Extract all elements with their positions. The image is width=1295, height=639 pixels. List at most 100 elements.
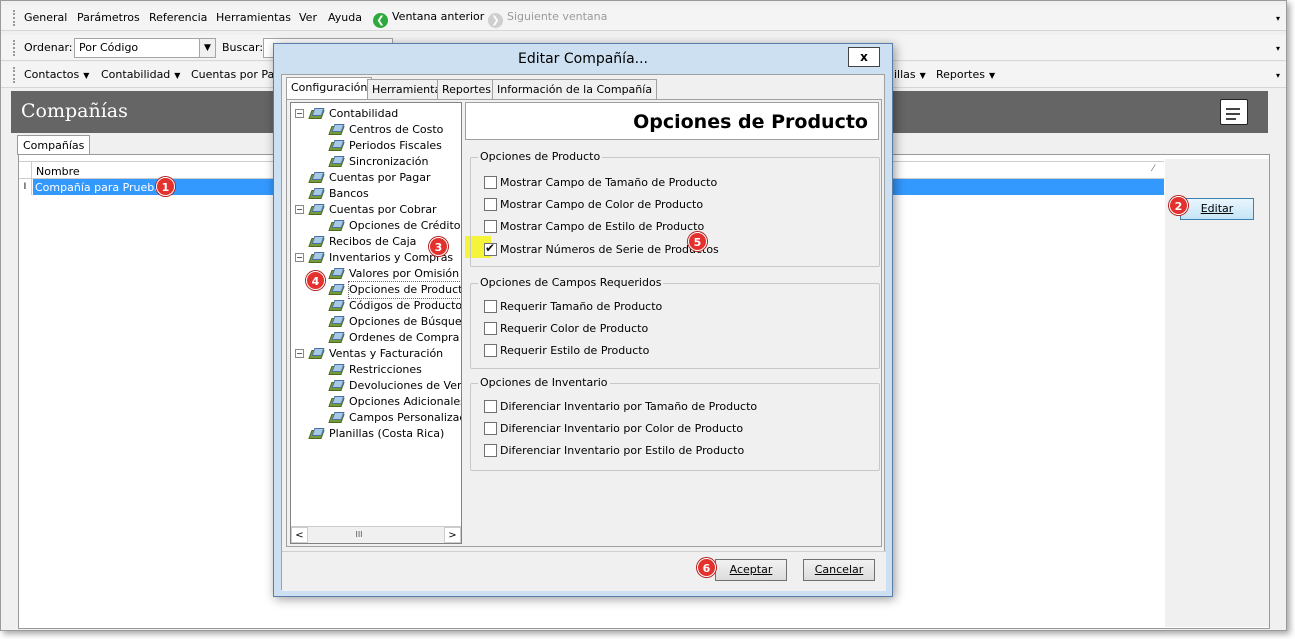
- collapse-icon[interactable]: −: [295, 253, 304, 262]
- tree-node[interactable]: − Ventas y Facturación: [291, 346, 461, 362]
- dialog-title: Editar Compañía...: [517, 51, 649, 67]
- tree-node-label: Opciones de Crédito: [349, 219, 461, 232]
- tree-node[interactable]: Cuentas por Pagar: [291, 170, 461, 186]
- menu-general[interactable]: General: [24, 11, 67, 24]
- toolbar-grip[interactable]: [13, 40, 16, 56]
- collapse-icon[interactable]: −: [295, 349, 304, 358]
- tree-node[interactable]: Restricciones: [291, 362, 461, 378]
- menu-herramientas[interactable]: Herramientas: [216, 11, 291, 24]
- step-badge-6: 6: [697, 558, 716, 577]
- tree-node-label: Contabilidad: [329, 107, 399, 120]
- checkbox-box[interactable]: [484, 444, 497, 457]
- chevron-down-icon[interactable]: ▼: [199, 39, 215, 57]
- checkbox-box[interactable]: [484, 176, 497, 189]
- tree-node-label: Códigos de Producto: [349, 299, 462, 312]
- menu-contactos[interactable]: Contactos ▼: [24, 68, 89, 81]
- scroll-thumb[interactable]: III: [309, 528, 409, 542]
- group-campos-requeridos: Opciones de Campos Requeridos Requerir T…: [470, 276, 880, 369]
- horizontal-scrollbar[interactable]: < III >: [291, 526, 461, 543]
- next-button[interactable]: ❯ Siguiente ventana: [488, 10, 607, 28]
- tab-companias[interactable]: Compañías: [17, 135, 91, 155]
- document-edit-icon: [1220, 99, 1248, 125]
- tab-configuracion[interactable]: Configuración: [286, 77, 373, 100]
- menu-ayuda[interactable]: Ayuda: [328, 11, 362, 24]
- tree-node[interactable]: Periodos Fiscales: [291, 138, 461, 154]
- scroll-left-icon[interactable]: <: [291, 527, 308, 543]
- menu-cuentas-por-pagar[interactable]: Cuentas por Pag: [191, 68, 281, 81]
- page-title: Compañías: [21, 100, 128, 122]
- menu-referencia[interactable]: Referencia: [149, 11, 207, 24]
- settings-book-icon: [308, 107, 325, 121]
- settings-tree: − Contabilidad Centros de Costo Periodos Fi…: [290, 102, 462, 544]
- collapse-icon[interactable]: −: [295, 205, 304, 214]
- order-select[interactable]: Por Código ▼: [74, 38, 216, 58]
- menu-contabilidad[interactable]: Contabilidad ▼: [101, 68, 180, 81]
- checkbox-box[interactable]: [484, 220, 497, 233]
- checkbox-box[interactable]: [484, 400, 497, 413]
- tree-node-label: Devoluciones de Venta: [349, 379, 461, 392]
- settings-book-icon: [328, 379, 345, 393]
- tree-node[interactable]: Opciones de Crédito: [291, 218, 461, 234]
- settings-book-icon: [328, 331, 345, 345]
- tree-node[interactable]: Opciones de Búsqueda: [291, 314, 461, 330]
- toolbar-grip[interactable]: [13, 67, 16, 83]
- toolbar-overflow-icon[interactable]: ▾: [1276, 71, 1280, 80]
- menu-reportes[interactable]: Reportes ▼: [936, 68, 995, 81]
- step-badge-2: 2: [1169, 196, 1188, 215]
- tree-node[interactable]: Opciones Adicionales: [291, 394, 461, 410]
- tab-informacion-compania[interactable]: Información de la Compañía: [492, 79, 658, 99]
- column-header-nombre[interactable]: Nombre: [36, 165, 80, 178]
- side-panel: Editar: [1165, 159, 1269, 627]
- tree-node[interactable]: Planillas (Costa Rica): [291, 426, 461, 442]
- menu-planillas[interactable]: illas ▼: [894, 68, 926, 81]
- edit-button[interactable]: Editar: [1180, 198, 1254, 220]
- checkbox-box[interactable]: [484, 300, 497, 313]
- settings-book-icon: [308, 187, 325, 201]
- close-button[interactable]: x: [848, 47, 880, 67]
- tree-node[interactable]: − Contabilidad: [291, 106, 461, 122]
- back-arrow-icon: ❮: [373, 13, 388, 28]
- checkbox-box[interactable]: [484, 198, 497, 211]
- tree-node[interactable]: Centros de Costo: [291, 122, 461, 138]
- settings-book-icon: [328, 363, 345, 377]
- tree-node-label: Bancos: [329, 187, 369, 200]
- row-marker: I: [19, 179, 32, 195]
- tree-node[interactable]: Códigos de Producto: [291, 298, 461, 314]
- tree-node[interactable]: Campos Personalizados: [291, 410, 461, 426]
- row-selector-header: [19, 162, 32, 178]
- step-badge-1: 1: [156, 177, 175, 196]
- collapse-icon[interactable]: −: [295, 109, 304, 118]
- back-button[interactable]: ❮ Ventana anterior: [373, 10, 484, 28]
- tree-node-label: Cuentas por Pagar: [329, 171, 431, 184]
- scroll-right-icon[interactable]: >: [444, 527, 461, 543]
- tree-node-label: Restricciones: [349, 363, 422, 376]
- tree-node-label: Ordenes de Compra: [349, 331, 460, 344]
- tree-node-label: Sincronización: [349, 155, 429, 168]
- tree-node-label: Campos Personalizados: [349, 411, 461, 424]
- tree-node[interactable]: Ordenes de Compra: [291, 330, 461, 346]
- tree-node[interactable]: Bancos: [291, 186, 461, 202]
- checkbox-box[interactable]: [484, 322, 497, 335]
- tree-node[interactable]: Sincronización: [291, 154, 461, 170]
- next-label: Siguiente ventana: [507, 10, 608, 23]
- toolbar-overflow-icon[interactable]: ▾: [1276, 14, 1280, 23]
- tree-node[interactable]: − Cuentas por Cobrar: [291, 202, 461, 218]
- menu-ver[interactable]: Ver: [299, 11, 317, 24]
- checkbox-box-checked[interactable]: [484, 241, 497, 256]
- tree-node[interactable]: Devoluciones de Venta: [291, 378, 461, 394]
- options-panel: Opciones de Producto Opciones de Product…: [465, 102, 880, 544]
- accept-button[interactable]: Aceptar: [715, 559, 787, 581]
- menu-parametros[interactable]: Parámetros: [77, 11, 140, 24]
- group-opciones-producto: Opciones de Producto Mostrar Campo de Ta…: [470, 150, 880, 267]
- search-label: Buscar:: [222, 41, 264, 54]
- step-badge-4: 4: [306, 271, 325, 290]
- toolbar-overflow-icon[interactable]: ▾: [1276, 44, 1280, 53]
- checkbox-box[interactable]: [484, 344, 497, 357]
- checkbox-box[interactable]: [484, 422, 497, 435]
- toolbar-grip[interactable]: [13, 10, 16, 26]
- tree-node-label: Recibos de Caja: [329, 235, 417, 248]
- cancel-button[interactable]: Cancelar: [803, 559, 875, 581]
- tree-node-label: Periodos Fiscales: [349, 139, 442, 152]
- main-window: General Parámetros Referencia Herramient…: [0, 0, 1287, 631]
- tab-reportes[interactable]: Reportes: [437, 79, 496, 99]
